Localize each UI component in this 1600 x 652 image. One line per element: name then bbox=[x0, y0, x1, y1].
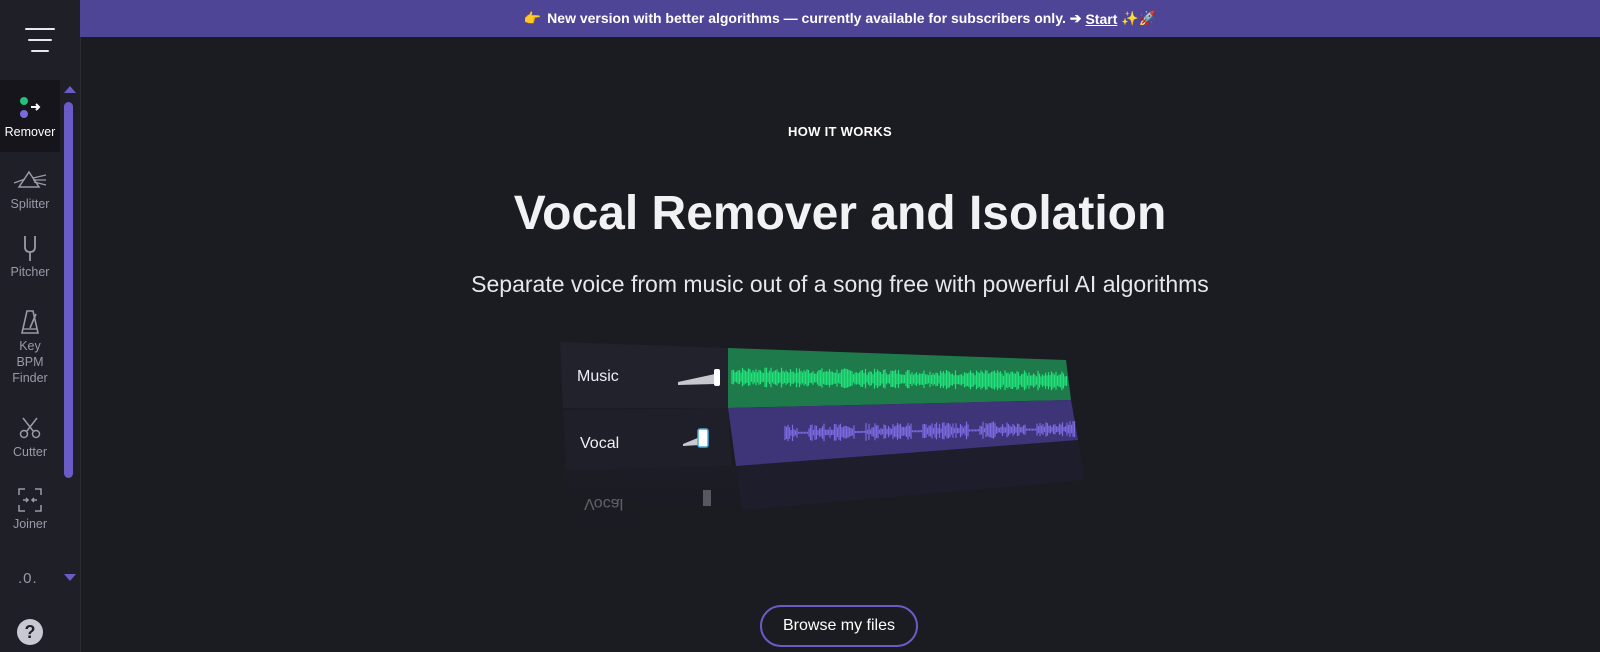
sidebar-item-label: Pitcher bbox=[10, 265, 50, 279]
scroll-up-icon[interactable] bbox=[64, 86, 76, 93]
help-icon[interactable]: ? bbox=[17, 619, 43, 645]
waveform-icon[interactable]: .0. bbox=[18, 570, 38, 587]
sparkles-rocket-icon: ✨🚀 bbox=[1121, 10, 1157, 26]
scroll-down-icon[interactable] bbox=[64, 574, 76, 581]
joiner-icon bbox=[17, 486, 43, 514]
start-link[interactable]: Start bbox=[1085, 11, 1117, 27]
page-subtitle: Separate voice from music out of a song … bbox=[471, 271, 1209, 297]
scrollbar-thumb[interactable] bbox=[64, 102, 73, 478]
sidebar-item-label: Cutter bbox=[12, 445, 48, 459]
music-track: Music bbox=[560, 342, 1071, 408]
remover-icon bbox=[17, 94, 43, 122]
track-label-vocal: Vocal bbox=[580, 435, 619, 452]
sidebar-item-remover[interactable]: Remover bbox=[0, 80, 60, 152]
sidebar-item-splitter[interactable]: Splitter bbox=[0, 152, 60, 226]
browse-files-button[interactable]: Browse my files bbox=[760, 605, 918, 647]
sidebar-item-joiner[interactable]: Joiner bbox=[0, 482, 60, 556]
sidebar-item-label: Key BPM Finder bbox=[12, 339, 48, 385]
pointing-hand-icon: 👉 bbox=[523, 10, 542, 26]
announcement-banner: 👉 New version with better algorithms — c… bbox=[80, 0, 1600, 37]
sidebar-item-pitcher[interactable]: Pitcher bbox=[0, 226, 60, 300]
sidebar-nav: Remover Splitter Pitcher Key BPM Finder … bbox=[0, 80, 60, 590]
sidebar-item-cutter[interactable]: Cutter bbox=[0, 406, 60, 482]
section-eyebrow: HOW IT WORKS bbox=[788, 124, 892, 139]
tuning-fork-icon bbox=[20, 234, 40, 262]
reflection-label: Vocal bbox=[584, 495, 623, 512]
banner-text: New version with better algorithms — cur… bbox=[547, 10, 1082, 26]
sidebar-item-key-bpm-finder[interactable]: Key BPM Finder bbox=[0, 300, 60, 406]
sidebar-item-label: Remover bbox=[4, 125, 56, 139]
scissors-icon bbox=[18, 414, 42, 442]
track-mixer-illustration: Music Vocal Vocal bbox=[560, 340, 1120, 540]
prism-icon bbox=[13, 166, 47, 194]
sidebar-scrollbar[interactable] bbox=[62, 82, 76, 587]
page-title: Vocal Remover and Isolation bbox=[513, 187, 1167, 240]
menu-icon[interactable] bbox=[25, 28, 55, 52]
sidebar-item-label: Splitter bbox=[10, 197, 50, 211]
metronome-icon bbox=[19, 308, 41, 336]
track-label-music: Music bbox=[577, 368, 619, 385]
sidebar: Remover Splitter Pitcher Key BPM Finder … bbox=[0, 0, 81, 652]
sidebar-item-label: Joiner bbox=[12, 517, 48, 531]
